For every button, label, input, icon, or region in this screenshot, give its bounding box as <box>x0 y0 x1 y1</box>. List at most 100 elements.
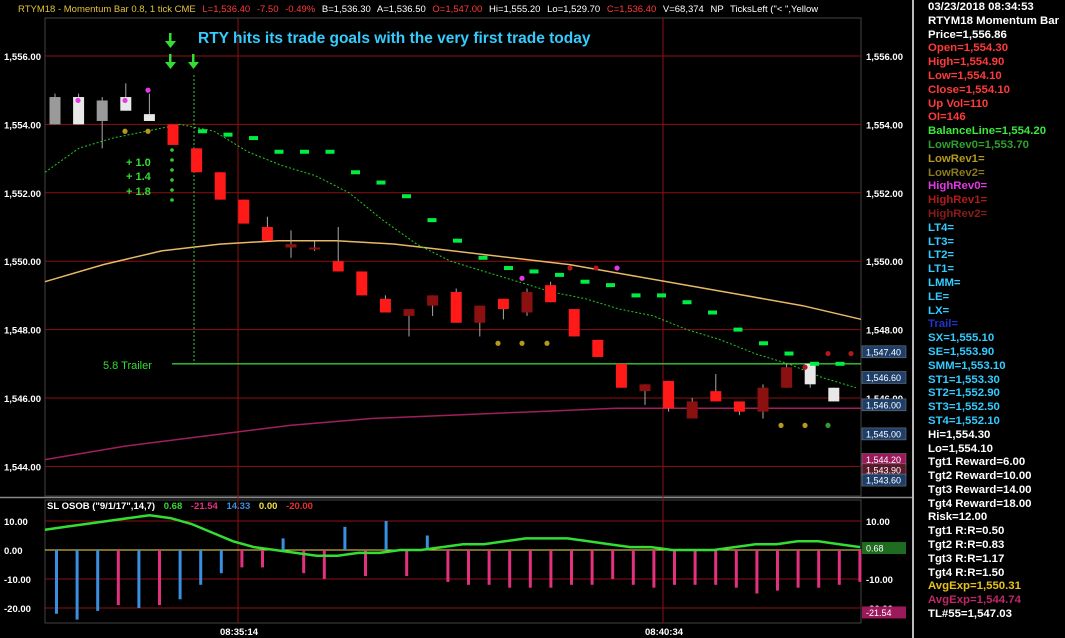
osob-bar <box>714 550 718 585</box>
candle-body <box>757 387 769 412</box>
trail-stop-mark <box>784 351 794 356</box>
price-tick-left: 1,552.00 <box>4 189 41 200</box>
trail-stop-mark <box>810 361 819 366</box>
candle-body <box>309 247 321 250</box>
data-window-line: ST1=1,553.30 <box>928 373 1000 386</box>
candle-body <box>403 309 415 316</box>
pivot-dot <box>802 422 808 428</box>
pivot-dot <box>593 265 599 271</box>
candle-body <box>427 295 439 306</box>
osob-bar <box>281 538 285 550</box>
pivot-dot <box>825 422 831 428</box>
data-window-line: BalanceLine=1,554.20 <box>928 125 1047 138</box>
data-window-line: LT2= <box>928 249 955 262</box>
osob-bar <box>446 550 450 582</box>
data-window-line: Hi=1,554.30 <box>928 428 991 441</box>
data-window-line: HighRev1= <box>928 194 988 207</box>
title-np: NP <box>710 4 723 15</box>
osob-bar <box>116 550 120 606</box>
data-window-line: SX=1,555.10 <box>928 332 995 345</box>
pivot-dot <box>778 422 784 428</box>
title-ask: A=1,536.50 <box>377 4 426 15</box>
trail-stop-mark <box>504 266 513 271</box>
data-window-symbol: RTYM18 Momentum Bar <box>928 14 1060 27</box>
data-window-line: Lo=1,554.10 <box>928 442 993 455</box>
target-dot <box>170 178 174 182</box>
price-tag-label: 1,547.40 <box>866 347 901 357</box>
trail-stop-mark <box>351 170 360 175</box>
data-window-line: LT3= <box>928 235 955 248</box>
osob-bar <box>178 550 182 600</box>
trail-stop-mark <box>402 194 411 199</box>
price-panel-frame <box>44 17 862 497</box>
title-change-pct: -0.49% <box>285 4 316 15</box>
candle-body <box>379 298 391 313</box>
osob-legend-value-5: -20.00 <box>286 501 313 512</box>
title-ticksleft: TicksLeft ("< ",Yellow <box>730 4 818 15</box>
data-window-line: LE= <box>928 290 950 303</box>
data-window-line: ST2=1,552.90 <box>928 387 1000 400</box>
chart-annotation: RTY hits its trade goals with the very f… <box>198 30 591 47</box>
data-window-line: SE=1,553.90 <box>928 345 995 358</box>
candle-body <box>592 339 604 357</box>
osob-bar <box>96 550 100 611</box>
candle-body <box>96 100 108 121</box>
osob-tag-label: -21.54 <box>866 608 892 618</box>
osob-bar <box>219 550 223 574</box>
candle-body <box>639 384 651 392</box>
data-window: 03/23/2018 08:34:53 RTYM18 Momentum Bar … <box>912 0 1065 638</box>
pivot-dot <box>825 350 831 357</box>
pivot-dot <box>122 97 128 104</box>
target-label-1: + 1.0 <box>126 157 151 169</box>
osob-bar <box>240 550 244 568</box>
data-window-line: LT4= <box>928 221 955 234</box>
osob-bar <box>55 550 58 614</box>
osob-tick-right: -10.00 <box>866 575 893 586</box>
osob-tick-left: -10.00 <box>4 575 31 586</box>
balance-line <box>44 123 857 389</box>
osob-bar <box>261 550 264 568</box>
candle-body <box>545 285 557 303</box>
pivot-dot <box>567 265 573 271</box>
price-tick-right: 1,556.00 <box>866 52 903 63</box>
osob-bar <box>384 521 388 550</box>
time-label-1: 08:35:14 <box>220 627 259 638</box>
data-window-line: HighRev0= <box>928 180 988 193</box>
trail-stop-mark <box>631 293 641 298</box>
trail-stop-mark <box>529 269 539 274</box>
target-label-2: + 1.4 <box>126 171 152 183</box>
price-tick-right: 1,548.00 <box>866 326 903 337</box>
candle-body <box>191 148 203 173</box>
pivot-dot <box>145 128 151 134</box>
candle-body <box>781 367 793 388</box>
candle-body <box>285 244 297 248</box>
price-tag-label: 1,544.20 <box>866 455 901 465</box>
trail-stop-mark <box>606 283 615 288</box>
osob-bar <box>158 550 161 606</box>
pivot-dot <box>544 340 550 346</box>
osob-tick-right: 10.00 <box>866 517 890 528</box>
candle-body <box>143 114 155 121</box>
candle-body <box>615 363 627 388</box>
trail-stop-mark <box>325 149 335 154</box>
osob-bar <box>570 550 573 585</box>
target-labels: + 1.0 + 1.4 + 1.8 <box>126 157 152 198</box>
osob-bar <box>837 550 841 585</box>
data-window-line: ST4=1,552.10 <box>928 414 1000 427</box>
down-arrow-icon <box>165 33 176 48</box>
trail-stop-mark <box>249 136 258 141</box>
data-window-line: LowRev0=1,553.70 <box>928 138 1029 151</box>
pivot-dot <box>519 275 525 281</box>
trail-stop-mark <box>555 272 564 277</box>
osob-bar <box>199 550 203 585</box>
osob-legend-value-4: 0.00 <box>259 501 278 512</box>
title-open: O=1,547.00 <box>432 4 482 15</box>
data-window-line: Tgt4 R:R=1.50 <box>928 566 1005 579</box>
data-window-line: Trail= <box>928 318 959 331</box>
price-tick-left: 1,548.00 <box>4 326 41 337</box>
candle-body <box>238 199 250 224</box>
trail-stop-mark <box>835 361 845 366</box>
osob-bar <box>343 526 347 550</box>
candle-body <box>568 309 580 337</box>
data-window-line: LowRev2= <box>928 166 985 179</box>
